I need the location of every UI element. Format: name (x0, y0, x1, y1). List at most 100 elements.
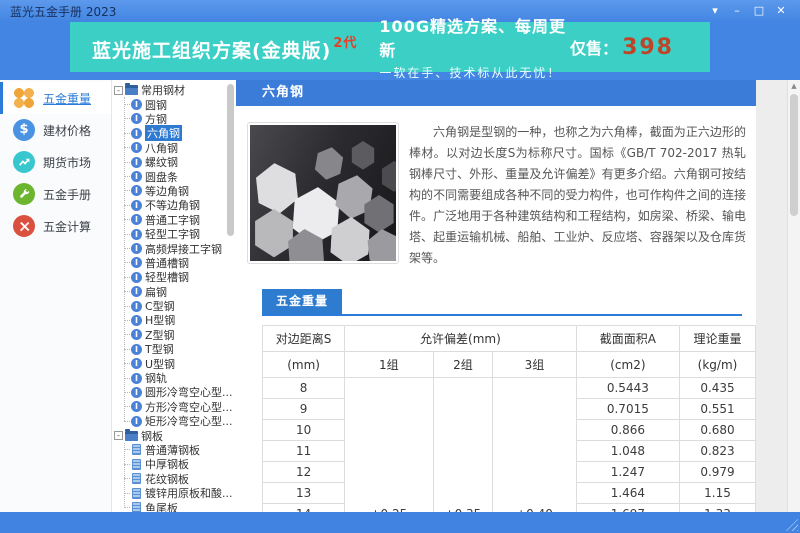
sheet-icon (132, 488, 141, 499)
promo-line2: 一软在手、技术标从此无忧！ (379, 64, 570, 81)
tree-connector (124, 493, 130, 494)
promo-banner[interactable]: 蓝光施工组织方案(金典版)2代 100G精选方案、每周更新 一软在手、技术标从此… (70, 22, 710, 72)
tree-item[interactable]: I六角钢 (120, 126, 236, 140)
cell-area: 0.866 (576, 420, 679, 441)
tree-item[interactable]: I普通槽钢 (120, 256, 236, 270)
tree-item[interactable]: IZ型钢 (120, 328, 236, 342)
tree-item[interactable]: IH型钢 (120, 313, 236, 327)
tree-item[interactable]: I螺纹钢 (120, 155, 236, 169)
tree-connector (124, 219, 130, 220)
col-tol-group3: 3组 (493, 352, 576, 378)
sidebar-item-material-price[interactable]: $建材价格 (0, 114, 111, 146)
tree-item[interactable]: I钢轨 (120, 371, 236, 385)
cell-size: 9 (263, 399, 345, 420)
tree-connector (124, 162, 130, 163)
tree-item[interactable]: I方钢 (120, 112, 236, 126)
article: 六角钢是型钢的一种，也称之为六角棒，截面为正六边形的棒材。以对边长度S为标称尺寸… (247, 122, 746, 269)
tree-connector (124, 248, 130, 249)
cell-size: 14 (263, 504, 345, 513)
cell-weight: 0.551 (680, 399, 756, 420)
tree-item[interactable]: I轻型工字钢 (120, 227, 236, 241)
col-weight-title: 理论重量 (680, 326, 756, 352)
tree-item[interactable]: 花纹钢板 (120, 472, 236, 486)
tree-item[interactable]: I等边角钢 (120, 184, 236, 198)
tree-group: 普通薄钢板中厚钢板花纹钢板镀锌用原板和酸...鱼尾板 (120, 443, 236, 512)
hex-bar-face (350, 141, 376, 170)
tree-item[interactable]: I扁钢 (120, 284, 236, 298)
wrench-icon (13, 183, 35, 205)
tree-connector (124, 104, 130, 105)
tree-item[interactable]: I轻型槽钢 (120, 270, 236, 284)
collapse-icon[interactable]: - (114, 86, 123, 95)
tree-connector (124, 507, 130, 508)
hex-bar-face (311, 145, 346, 183)
menu-dropdown-icon[interactable]: ▾ (706, 3, 724, 19)
tree-folder-1[interactable]: -钢板 (114, 428, 236, 442)
sidebar-item-label: 期货市场 (43, 154, 91, 171)
tree-connector (124, 349, 130, 350)
main-scrollbar-thumb[interactable] (790, 94, 798, 216)
tree-item[interactable]: 普通薄钢板 (120, 443, 236, 457)
info-icon: I (131, 200, 142, 211)
tree-connector (124, 320, 130, 321)
promo-title: 蓝光施工组织方案(金典版)2代 (92, 32, 357, 63)
tree-connector (124, 392, 130, 393)
tree-item[interactable]: I八角钢 (120, 141, 236, 155)
tree-item-label: 鱼尾板 (145, 500, 178, 512)
tree-item[interactable]: I圆形冷弯空心型... (120, 385, 236, 399)
tree-connector (124, 464, 130, 465)
sidebar-item-hardware-weight[interactable]: 五金重量 (0, 82, 111, 114)
tree-item[interactable]: I方形冷弯空心型... (120, 400, 236, 414)
info-icon: I (131, 387, 142, 398)
tree-item[interactable]: IC型钢 (120, 299, 236, 313)
info-icon: I (131, 157, 142, 168)
cell-weight: 0.979 (680, 462, 756, 483)
tree-item[interactable]: I普通工字钢 (120, 213, 236, 227)
tree-item[interactable]: I圆盘条 (120, 169, 236, 183)
tree-item[interactable]: I矩形冷弯空心型... (120, 414, 236, 428)
tree-item[interactable]: IT型钢 (120, 342, 236, 356)
info-icon: I (131, 113, 142, 124)
col-weight-unit: (kg/m) (680, 352, 756, 378)
cell-weight: 0.823 (680, 441, 756, 462)
tree-connector (124, 118, 130, 119)
tree-item[interactable]: IU型钢 (120, 356, 236, 370)
info-icon: I (131, 329, 142, 340)
sidebar-item-futures-market[interactable]: 期货市场 (0, 146, 111, 178)
promo-price: 仅售： 398 (570, 35, 674, 60)
tree-connector (124, 234, 130, 235)
tree-folder-0[interactable]: -常用钢材 (114, 83, 236, 97)
tree-item[interactable]: 中厚钢板 (120, 457, 236, 471)
resize-grip[interactable] (784, 517, 798, 531)
info-icon: I (131, 416, 142, 427)
cell-tolerance: ±0.40 (493, 378, 576, 513)
tree-connector (124, 291, 130, 292)
tree-item[interactable]: I不等边角钢 (120, 198, 236, 212)
info-icon: I (131, 128, 142, 139)
promo-edition-badge: 2代 (333, 36, 357, 51)
tree-item[interactable]: I圆钢 (120, 97, 236, 111)
tree-item[interactable]: 鱼尾板 (120, 500, 236, 512)
sidebar-item-hardware-manual[interactable]: 五金手册 (0, 178, 111, 210)
scroll-up-icon[interactable]: ▲ (788, 80, 800, 93)
tree-group: I圆钢I方钢I六角钢I八角钢I螺纹钢I圆盘条I等边角钢I不等边角钢I普通工字钢I… (120, 97, 236, 428)
sidebar-item-label: 五金手册 (43, 186, 91, 203)
content-area: 五金重量$建材价格期货市场五金手册五金计算 -常用钢材I圆钢I方钢I六角钢I八角… (0, 80, 800, 512)
cell-size: 11 (263, 441, 345, 462)
tree-item[interactable]: I高频焊接工字钢 (120, 241, 236, 255)
info-icon: I (131, 301, 142, 312)
window-controls: ▾–□✕ (706, 3, 790, 19)
sidebar-item-hardware-calc[interactable]: 五金计算 (0, 210, 111, 242)
tree-item-label: 矩形冷弯空心型... (145, 413, 233, 429)
info-icon: I (131, 185, 142, 196)
maximize-icon[interactable]: □ (750, 3, 768, 19)
price-label: 仅售： (570, 35, 618, 59)
tree-item[interactable]: 镀锌用原板和酸... (120, 486, 236, 500)
close-icon[interactable]: ✕ (772, 3, 790, 19)
tree-connector (124, 190, 130, 191)
tree-connector (124, 133, 130, 134)
tab-hardware-weight[interactable]: 五金重量 (262, 289, 342, 314)
cell-size: 10 (263, 420, 345, 441)
collapse-icon[interactable]: - (114, 431, 123, 440)
minimize-icon[interactable]: – (728, 3, 746, 19)
